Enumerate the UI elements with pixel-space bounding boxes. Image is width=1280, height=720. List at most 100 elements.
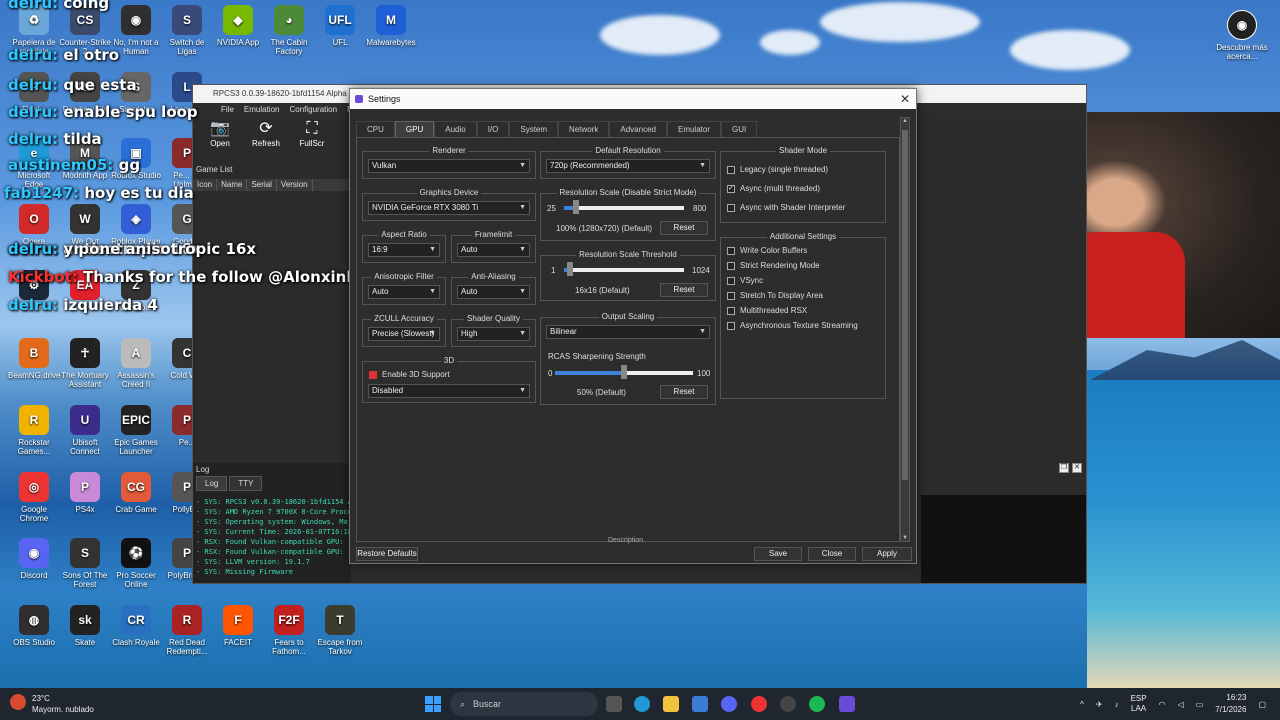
enable-3d-checkbox[interactable]: Enable 3D Support <box>369 370 450 379</box>
network-icon[interactable]: ✈ <box>1096 700 1103 709</box>
desktop-icon[interactable]: ◍ OBS Studio <box>8 605 60 647</box>
weather-widget[interactable]: 23°C Mayorm. nublado <box>32 693 94 715</box>
aspect-ratio-select[interactable]: 16:9 ▼ <box>368 243 440 257</box>
scroll-up-icon[interactable]: ▲ <box>901 118 909 124</box>
tab-network[interactable]: Network <box>558 121 610 137</box>
additional-setting-checkbox[interactable]: Strict Rendering Mode <box>727 261 820 270</box>
scroll-down-icon[interactable]: ▼ <box>901 535 909 541</box>
tab-gui[interactable]: GUI <box>721 121 758 137</box>
slider-handle[interactable] <box>573 200 579 214</box>
desktop-icon[interactable]: CR Clash Royale <box>110 605 162 647</box>
menu-item[interactable]: File <box>221 103 234 117</box>
anisotropic-select[interactable]: Auto ▼ <box>368 285 440 299</box>
volume-icon[interactable]: ◁ <box>1178 700 1184 709</box>
desktop-icon[interactable]: ◕ The Cabin Factory <box>263 5 315 56</box>
menu-item[interactable]: Configuration <box>289 103 337 117</box>
additional-setting-checkbox[interactable]: Write Color Buffers <box>727 246 807 255</box>
toolbar-button[interactable]: ⛶ FullScr <box>295 119 329 153</box>
spotify-icon[interactable] <box>809 696 825 712</box>
menu-item[interactable]: Emulation <box>244 103 280 117</box>
rcas-reset-button[interactable]: Reset <box>660 385 708 399</box>
additional-setting-checkbox[interactable]: Multithreaded RSX <box>727 306 807 315</box>
tab-cpu[interactable]: CPU <box>356 121 395 137</box>
restore-defaults-button[interactable]: Restore Defaults <box>356 547 418 561</box>
framelimit-select[interactable]: Auto ▼ <box>457 243 530 257</box>
desktop-icon[interactable]: R Rockstar Games... <box>8 405 60 456</box>
graphics-device-select[interactable]: NVIDIA GeForce RTX 3080 Ti ▼ <box>368 201 530 215</box>
additional-setting-checkbox[interactable]: Stretch To Display Area <box>727 291 823 300</box>
desktop-icon[interactable]: F FACEIT <box>212 605 264 647</box>
desktop-icon[interactable]: UFL UFL <box>314 5 366 47</box>
scaling-threshold-slider[interactable] <box>564 262 684 276</box>
desktop-icon[interactable]: ⚽ Pro Soccer Online <box>110 538 162 589</box>
toolbar-button[interactable]: 📷 Open <box>203 119 237 153</box>
log-tab[interactable]: Log <box>196 476 228 491</box>
column-header[interactable]: Name <box>217 179 248 191</box>
desktop-icon[interactable]: M Malwarebytes <box>365 5 417 47</box>
desktop-icon[interactable]: T Escape from Tarkov <box>314 605 366 656</box>
desktop-icon[interactable]: ☥ The Mortuary Assistant <box>59 338 111 389</box>
top-right-widget[interactable]: ◉ Descubre más acerca... <box>1215 10 1269 61</box>
desktop-icon[interactable]: U Ubisoft Connect <box>59 405 111 456</box>
obs-icon[interactable] <box>780 696 796 712</box>
column-header[interactable]: Icon <box>193 179 218 191</box>
folder-icon[interactable] <box>663 696 679 712</box>
column-header[interactable]: Serial <box>247 179 277 191</box>
desktop-icon[interactable]: B BeamNG.drive <box>8 338 60 380</box>
store-icon[interactable] <box>692 696 708 712</box>
rpcs3-icon[interactable] <box>839 696 855 712</box>
desktop-icon[interactable]: ◉ Discord <box>8 538 60 580</box>
desktop-icon[interactable]: S Sons Of The Forest <box>59 538 111 589</box>
shader-quality-select[interactable]: High ▼ <box>457 327 530 341</box>
tab-io[interactable]: I/O <box>476 121 510 137</box>
microphone-icon[interactable]: ♪ <box>1115 700 1119 709</box>
shader-mode-checkbox[interactable]: ✓ Async (multi threaded) <box>727 184 820 193</box>
3d-mode-select[interactable]: Disabled ▼ <box>368 384 530 398</box>
close-icon[interactable]: ✕ <box>1072 463 1082 473</box>
tab-advanced[interactable]: Advanced <box>609 121 667 137</box>
desktop-icon[interactable]: sk Skate <box>59 605 111 647</box>
slider-handle[interactable] <box>567 262 573 276</box>
default-resolution-select[interactable]: 720p (Recommended) ▼ <box>546 159 710 173</box>
discord-icon[interactable] <box>721 696 737 712</box>
weather-icon[interactable] <box>10 694 26 710</box>
desktop-icon[interactable]: A Assassin's Creed II <box>110 338 162 389</box>
desktop-icon[interactable]: F2F Fears to Fathom... <box>263 605 315 656</box>
anti-aliasing-select[interactable]: Auto ▼ <box>457 285 530 299</box>
shader-mode-checkbox[interactable]: Legacy (single threaded) <box>727 165 828 174</box>
scaling-threshold-reset-button[interactable]: Reset <box>660 283 708 297</box>
rcas-slider[interactable] <box>555 365 693 379</box>
slider-handle[interactable] <box>621 365 627 379</box>
float-icon[interactable]: ❐ <box>1059 463 1069 473</box>
desktop-icon[interactable]: ◆ NVIDIA App <box>212 5 264 47</box>
language-indicator[interactable]: ESP LAA <box>1131 694 1147 714</box>
output-scaling-select[interactable]: Bilinear ▼ <box>546 325 710 339</box>
tab-gpu[interactable]: GPU <box>394 121 435 137</box>
column-header[interactable]: Version <box>277 179 313 191</box>
toolbar-button[interactable]: ⟳ Refresh <box>249 119 283 153</box>
renderer-select[interactable]: Vulkan ▼ <box>368 159 530 173</box>
additional-setting-checkbox[interactable]: VSync <box>727 276 763 285</box>
close-icon[interactable]: ✕ <box>900 89 910 109</box>
shader-mode-checkbox[interactable]: Async with Shader Interpreter <box>727 203 845 212</box>
task-view-icon[interactable] <box>606 696 622 712</box>
desktop-icon[interactable]: ◎ Google Chrome <box>8 472 60 523</box>
chrome-icon[interactable] <box>751 696 767 712</box>
close-button[interactable]: Close <box>808 547 856 561</box>
resolution-scale-slider[interactable] <box>564 200 684 214</box>
tab-emulator[interactable]: Emulator <box>666 121 721 137</box>
save-button[interactable]: Save <box>754 547 802 561</box>
settings-scrollbar[interactable]: ▲ ▼ <box>900 117 910 542</box>
desktop-icon[interactable]: CG Crab Game <box>110 472 162 514</box>
battery-icon[interactable]: ▭ <box>1196 700 1204 709</box>
desktop-icon[interactable]: EPIC Epic Games Launcher <box>110 405 162 456</box>
clock[interactable]: 16:23 7/1/2026 <box>1215 692 1246 716</box>
chevron-up-icon[interactable]: ^ <box>1080 700 1084 709</box>
desktop-icon[interactable]: P PS4x <box>59 472 111 514</box>
wifi-icon[interactable]: ◠ <box>1159 700 1166 709</box>
search-box[interactable]: ⌕ Buscar <box>450 692 598 716</box>
additional-setting-checkbox[interactable]: Asynchronous Texture Streaming <box>727 321 858 330</box>
scroll-thumb[interactable] <box>902 130 908 480</box>
edge-icon[interactable] <box>634 696 650 712</box>
log-tab[interactable]: TTY <box>229 476 263 491</box>
